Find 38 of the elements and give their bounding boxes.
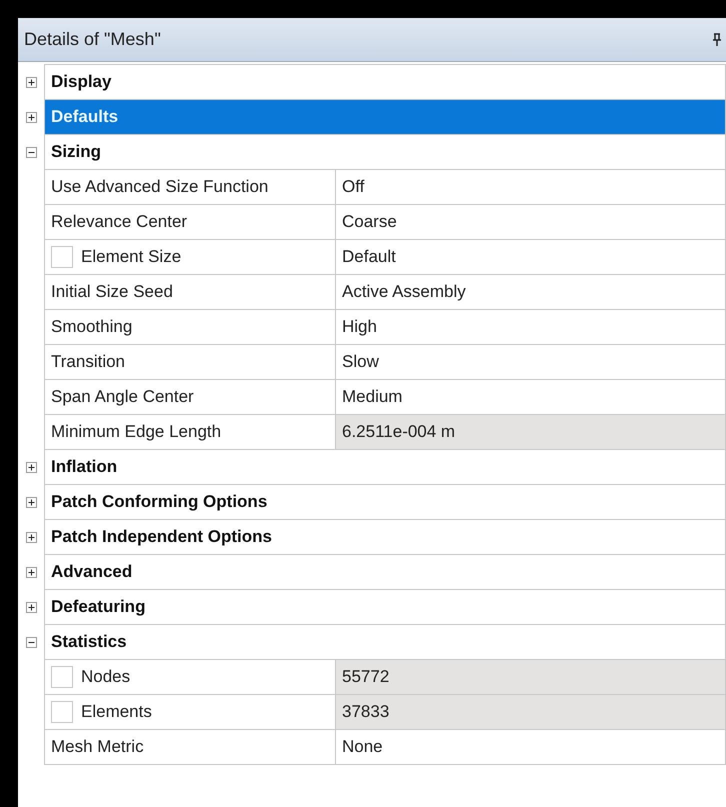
expand-icon[interactable] <box>26 462 36 473</box>
property-label: Mesh Metric <box>51 736 144 758</box>
property-label: Span Angle Center <box>51 386 194 408</box>
group-header[interactable]: Inflation <box>44 449 726 485</box>
expand-icon[interactable] <box>26 602 36 613</box>
expand-icon[interactable] <box>26 532 36 543</box>
checkbox[interactable] <box>51 246 73 268</box>
expand-icon[interactable] <box>26 112 36 123</box>
property-value[interactable]: 6.2511e-004 m <box>335 414 726 450</box>
property-value[interactable]: 37833 <box>335 694 726 730</box>
property-label: Minimum Edge Length <box>51 421 222 444</box>
collapse-icon[interactable] <box>26 147 36 158</box>
expand-icon[interactable] <box>26 497 36 508</box>
property-label: Smoothing <box>51 316 132 338</box>
group-header[interactable]: Patch Conforming Options <box>44 484 726 520</box>
pin-icon[interactable] <box>712 32 722 46</box>
property-label: Elements <box>81 701 152 724</box>
group-header[interactable]: Defeaturing <box>44 589 726 625</box>
expand-icon[interactable] <box>26 77 36 88</box>
group-header[interactable]: Display <box>44 64 726 100</box>
checkbox[interactable] <box>51 666 73 688</box>
property-label: Transition <box>51 351 126 374</box>
property-label: Use Advanced Size Function <box>51 176 268 198</box>
property-label: Nodes <box>81 666 130 688</box>
property-label: Element Size <box>81 246 182 268</box>
panel-title: Details of "Mesh" <box>24 28 161 51</box>
group-header[interactable]: Defaults <box>44 99 726 135</box>
checkbox[interactable] <box>51 701 73 723</box>
property-value[interactable]: 55772 <box>335 659 726 695</box>
collapse-icon[interactable] <box>26 637 36 648</box>
group-header[interactable]: Statistics <box>44 624 726 660</box>
group-header[interactable]: Advanced <box>44 554 726 590</box>
property-label: Relevance Center <box>51 211 188 234</box>
property-value[interactable]: None <box>335 729 726 765</box>
group-header[interactable]: Sizing <box>44 134 726 170</box>
expand-icon[interactable] <box>26 567 36 578</box>
group-header[interactable]: Patch Independent Options <box>44 519 726 555</box>
property-label: Initial Size Seed <box>51 281 173 304</box>
